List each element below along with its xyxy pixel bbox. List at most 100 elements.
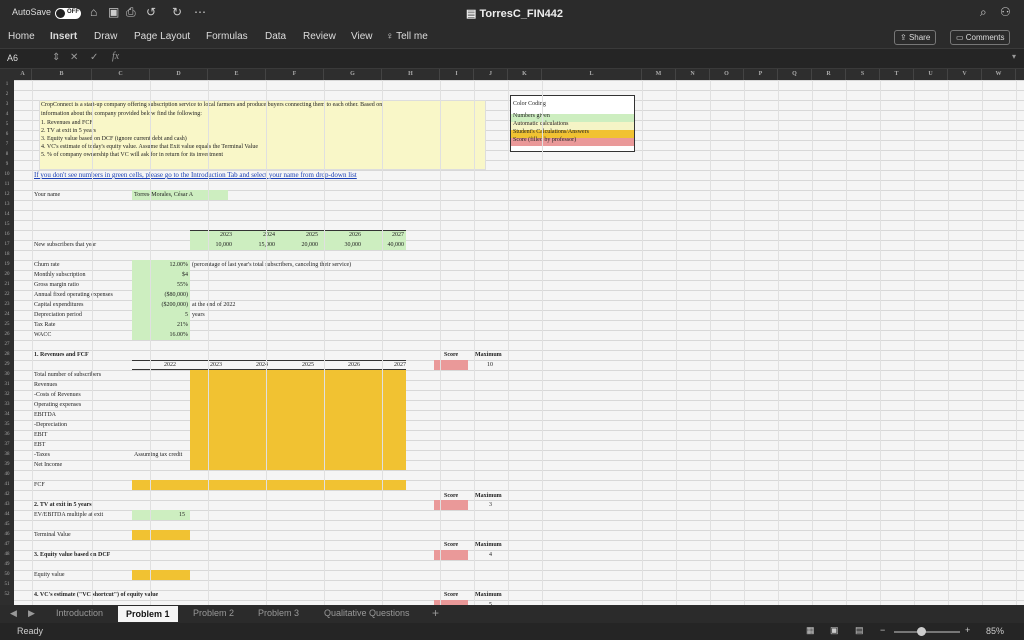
row-header[interactable]: 38: [0, 450, 14, 460]
row-header[interactable]: 4: [0, 110, 14, 120]
introduction-link[interactable]: If you don't see numbers in green cells,…: [34, 170, 357, 180]
column-header-Q[interactable]: Q: [778, 69, 812, 80]
row-header[interactable]: 46: [0, 530, 14, 540]
page-break-icon[interactable]: ▤: [855, 625, 864, 636]
save-icon[interactable]: ▣: [108, 5, 119, 19]
account-icon[interactable]: ⚇: [1000, 5, 1011, 19]
row-header[interactable]: 23: [0, 300, 14, 310]
row-header[interactable]: 25: [0, 320, 14, 330]
function-icon[interactable]: fx: [112, 51, 119, 62]
row-header[interactable]: 1: [0, 80, 14, 90]
row-header[interactable]: 44: [0, 510, 14, 520]
normal-view-icon[interactable]: ▦: [806, 625, 815, 636]
tab-data[interactable]: Data: [265, 31, 286, 42]
home-icon[interactable]: ⌂: [90, 5, 97, 19]
row-header[interactable]: 35: [0, 420, 14, 430]
row-header[interactable]: 34: [0, 410, 14, 420]
column-header-J[interactable]: J: [474, 69, 508, 80]
row-header[interactable]: 52: [0, 590, 14, 600]
print-icon[interactable]: ⎙: [126, 5, 136, 20]
row-header[interactable]: 47: [0, 540, 14, 550]
column-header-H[interactable]: H: [382, 69, 440, 80]
row-header[interactable]: 31: [0, 380, 14, 390]
row-header[interactable]: 19: [0, 260, 14, 270]
enter-icon[interactable]: ✓: [90, 52, 98, 63]
row-header[interactable]: 33: [0, 400, 14, 410]
undo-icon[interactable]: ↺: [146, 5, 156, 19]
row-header[interactable]: 12: [0, 190, 14, 200]
row-header[interactable]: 29: [0, 360, 14, 370]
namebox-stepper-icon[interactable]: ⇕: [52, 52, 60, 63]
row-header[interactable]: 15: [0, 220, 14, 230]
row-header[interactable]: 48: [0, 550, 14, 560]
add-sheet-icon[interactable]: +: [432, 606, 439, 620]
row-header[interactable]: 11: [0, 180, 14, 190]
row-header[interactable]: 17: [0, 240, 14, 250]
column-header-F[interactable]: F: [266, 69, 324, 80]
row-header[interactable]: 3: [0, 100, 14, 110]
equity-value-cell[interactable]: [132, 570, 190, 580]
column-header-P[interactable]: P: [744, 69, 778, 80]
row-header[interactable]: 40: [0, 470, 14, 480]
column-header-A[interactable]: A: [14, 69, 32, 80]
row-header[interactable]: 10: [0, 170, 14, 180]
column-header-W[interactable]: W: [982, 69, 1016, 80]
tab-page-layout[interactable]: Page Layout: [134, 31, 190, 42]
fcf-row[interactable]: [132, 480, 406, 490]
column-header-T[interactable]: T: [880, 69, 914, 80]
column-header-K[interactable]: K: [508, 69, 542, 80]
row-header[interactable]: 7: [0, 140, 14, 150]
sheet-tab-introduction[interactable]: Introduction: [56, 608, 103, 618]
row-header[interactable]: 9: [0, 160, 14, 170]
next-sheet-icon[interactable]: ▶: [28, 608, 35, 619]
zoom-slider[interactable]: [894, 631, 960, 633]
student-calc-block[interactable]: [190, 370, 406, 470]
row-header[interactable]: 28: [0, 350, 14, 360]
column-header-X[interactable]: X: [1016, 69, 1024, 80]
column-header-E[interactable]: E: [208, 69, 266, 80]
row-header[interactable]: 51: [0, 580, 14, 590]
name-box[interactable]: A6: [4, 52, 46, 66]
tab-formulas[interactable]: Formulas: [206, 31, 248, 42]
cell-area[interactable]: CropConnect is a start-up company offeri…: [14, 80, 1024, 605]
tab-home[interactable]: Home: [8, 31, 35, 42]
row-header[interactable]: 32: [0, 390, 14, 400]
row-header[interactable]: 30: [0, 370, 14, 380]
row-header[interactable]: 13: [0, 200, 14, 210]
search-icon[interactable]: ⌕: [980, 5, 987, 20]
autosave-toggle[interactable]: OFF: [55, 8, 81, 19]
row-header[interactable]: 27: [0, 340, 14, 350]
column-header-I[interactable]: I: [440, 69, 474, 80]
tab-review[interactable]: Review: [303, 31, 336, 42]
column-header-R[interactable]: R: [812, 69, 846, 80]
more-icon[interactable]: ⋯: [194, 5, 206, 19]
tv-cell[interactable]: [132, 530, 190, 540]
row-header[interactable]: 8: [0, 150, 14, 160]
row-header[interactable]: 18: [0, 250, 14, 260]
column-header-N[interactable]: N: [676, 69, 710, 80]
row-header[interactable]: 45: [0, 520, 14, 530]
column-header-C[interactable]: C: [92, 69, 150, 80]
row-header[interactable]: 22: [0, 290, 14, 300]
page-layout-icon[interactable]: ▣: [830, 625, 839, 636]
row-header[interactable]: 37: [0, 440, 14, 450]
zoom-out-icon[interactable]: −: [880, 625, 885, 635]
column-header-L[interactable]: L: [542, 69, 642, 80]
row-header[interactable]: 41: [0, 480, 14, 490]
row-header[interactable]: 6: [0, 130, 14, 140]
cancel-icon[interactable]: ✕: [70, 52, 78, 63]
row-header[interactable]: 49: [0, 560, 14, 570]
row-header[interactable]: 39: [0, 460, 14, 470]
sheet-tab-problem-2[interactable]: Problem 2: [193, 608, 234, 618]
tab-draw[interactable]: Draw: [94, 31, 117, 42]
expand-formula-icon[interactable]: ▾: [1012, 52, 1016, 61]
tab-insert[interactable]: Insert: [50, 31, 77, 42]
column-header-U[interactable]: U: [914, 69, 948, 80]
row-header[interactable]: 20: [0, 270, 14, 280]
row-header[interactable]: 24: [0, 310, 14, 320]
row-header[interactable]: 42: [0, 490, 14, 500]
comments-button[interactable]: ▭ Comments: [950, 30, 1011, 45]
row-header[interactable]: 26: [0, 330, 14, 340]
sheet-tab-problem-3[interactable]: Problem 3: [258, 608, 299, 618]
zoom-in-icon[interactable]: +: [965, 625, 970, 635]
